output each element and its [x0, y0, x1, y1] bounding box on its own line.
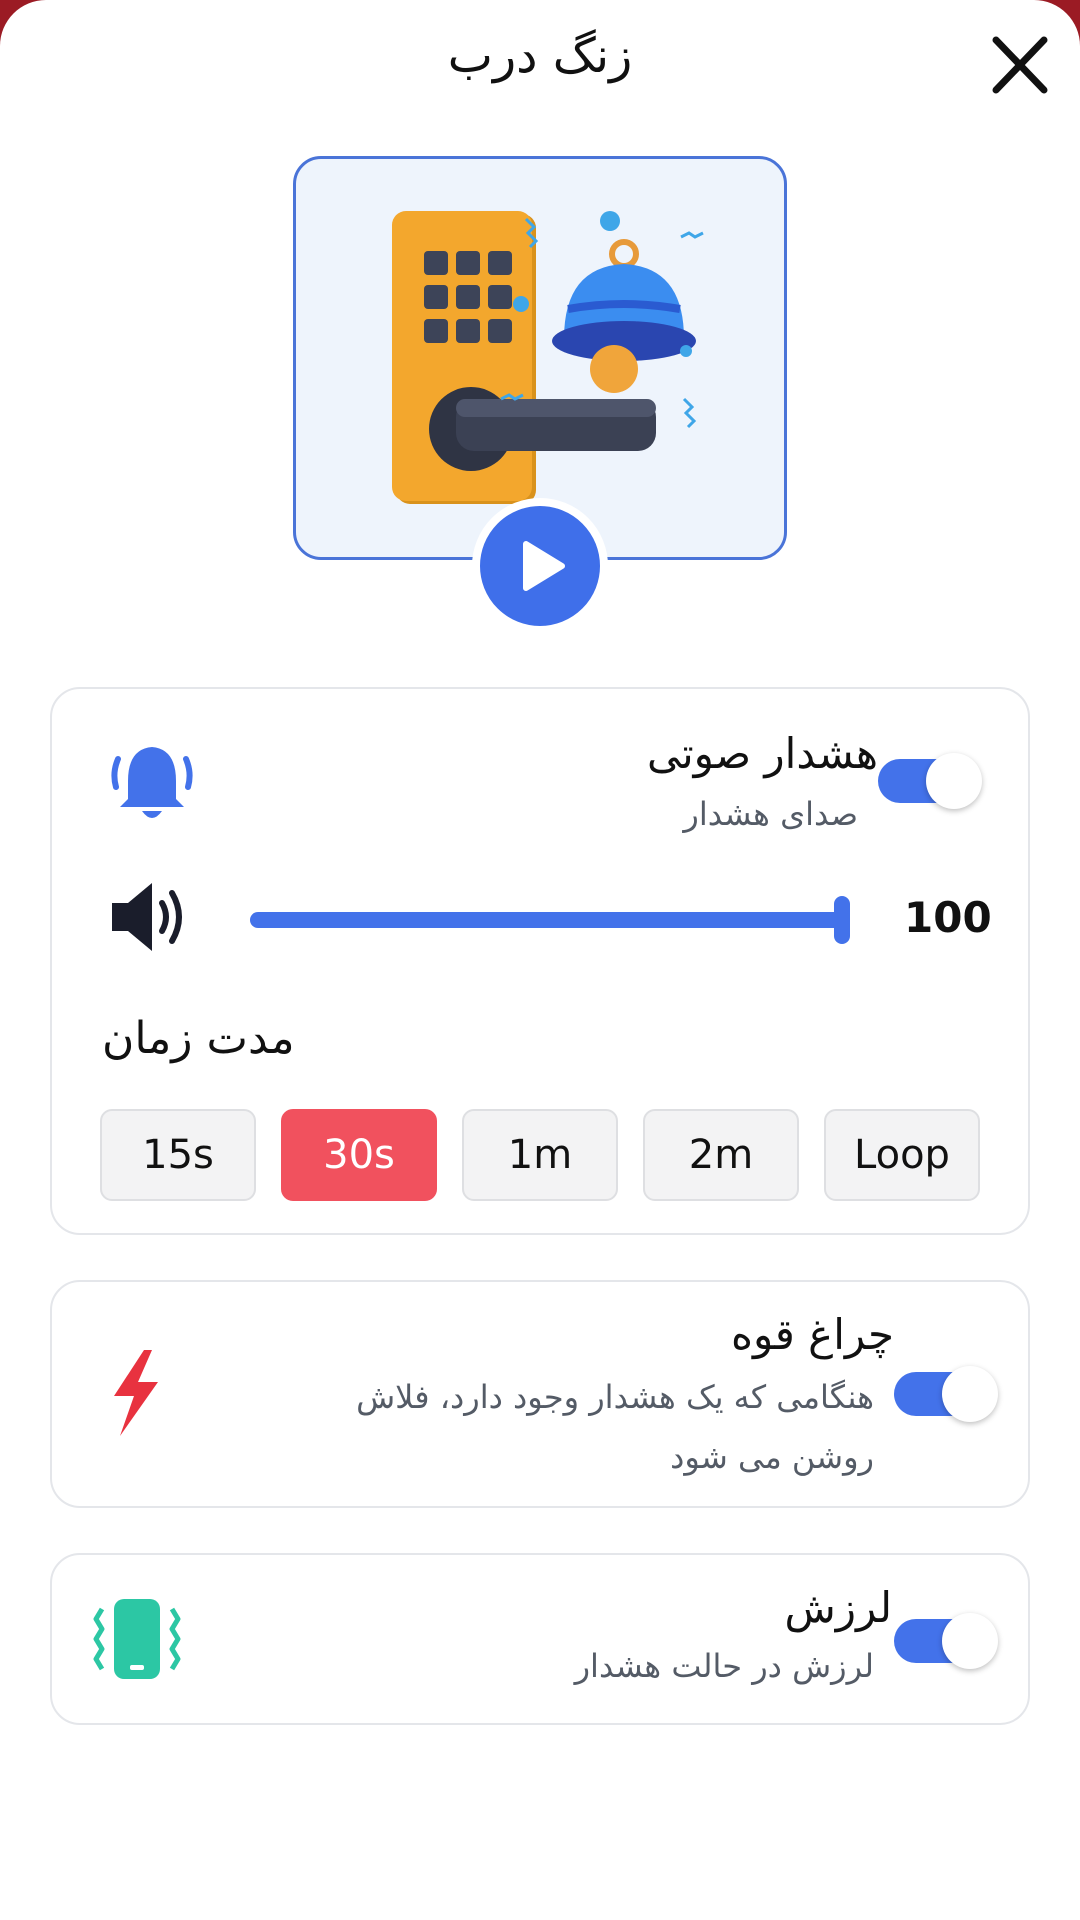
vibration-card: لرزش لرزش در حالت هشدار	[50, 1553, 1030, 1725]
lightning-icon	[114, 1350, 158, 1436]
toggle-knob	[926, 753, 982, 809]
vibration-toggle[interactable]	[894, 1613, 998, 1669]
vibration-subtitle: لرزش در حالت هشدار	[574, 1647, 874, 1685]
sound-alert-toggle[interactable]	[878, 753, 982, 809]
flashlight-subtitle-line2: روشن می شود	[670, 1438, 874, 1476]
vibration-title: لرزش	[784, 1583, 892, 1632]
bottom-sheet: زنگ درب هشدار صوتی صدای هشدار 100 مدت زم…	[0, 0, 1080, 1920]
duration-option-1m[interactable]: 1m	[462, 1109, 618, 1201]
volume-slider[interactable]	[250, 896, 850, 944]
flashlight-title: چراغ قوه	[731, 1310, 894, 1359]
play-button[interactable]	[472, 498, 608, 634]
close-button[interactable]	[988, 34, 1080, 128]
vibration-phone-icon	[93, 1599, 181, 1679]
duration-option-15s[interactable]: 15s	[100, 1109, 256, 1201]
sound-alert-title: هشدار صوتی	[646, 729, 878, 778]
sound-alert-card: هشدار صوتی صدای هشدار 100 مدت زمان 15s 3…	[50, 687, 1030, 1235]
toggle-knob	[942, 1366, 998, 1422]
bell-icon	[111, 747, 193, 818]
duration-option-30s[interactable]: 30s	[281, 1109, 437, 1201]
toggle-knob	[942, 1613, 998, 1669]
duration-option-2m[interactable]: 2m	[643, 1109, 799, 1201]
duration-label: مدت زمان	[102, 1013, 295, 1064]
sound-alert-subtitle: صدای هشدار	[683, 795, 858, 833]
volume-slider-thumb[interactable]	[834, 896, 850, 944]
duration-options: 15s 30s 1m 2m Loop	[100, 1109, 980, 1201]
volume-slider-fill	[250, 912, 850, 928]
close-icon	[992, 36, 1048, 94]
flashlight-subtitle-line1: هنگامی که یک هشدار وجود دارد، فلاش	[356, 1378, 874, 1416]
duration-option-loop[interactable]: Loop	[824, 1109, 980, 1201]
play-icon	[523, 541, 565, 591]
speaker-icon	[112, 883, 182, 951]
flashlight-toggle[interactable]	[894, 1366, 998, 1422]
flashlight-card: چراغ قوه هنگامی که یک هشدار وجود دارد، ف…	[50, 1280, 1030, 1508]
page-title: زنگ درب	[447, 28, 633, 84]
volume-value: 100	[904, 893, 992, 942]
